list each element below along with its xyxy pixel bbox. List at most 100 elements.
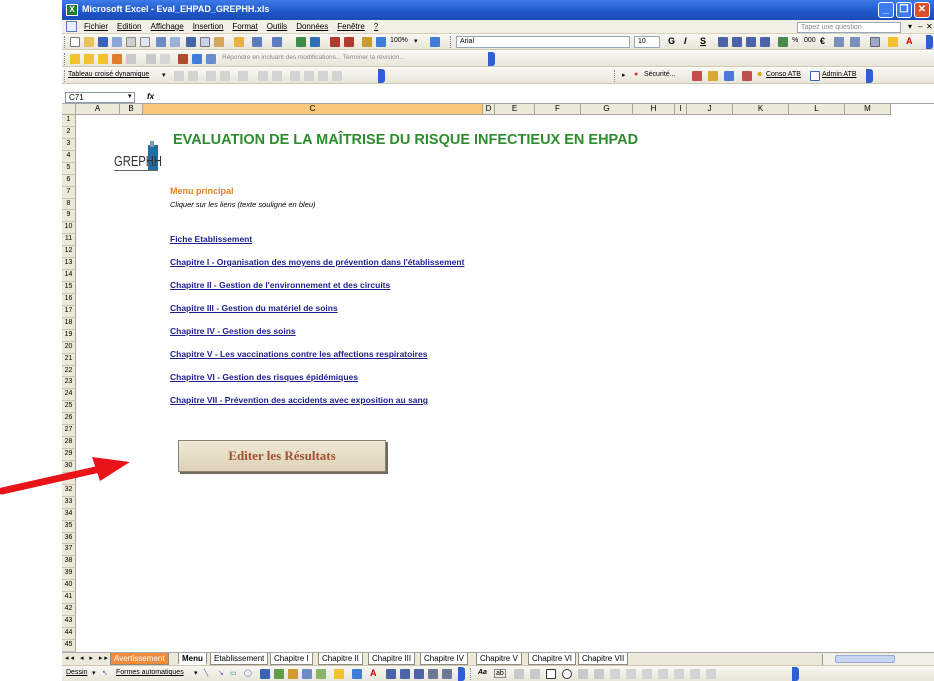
row-header[interactable]: 15 bbox=[62, 282, 76, 294]
sheet-tab[interactable]: Chapitre I bbox=[270, 653, 313, 665]
forms-icon-13[interactable] bbox=[674, 669, 684, 679]
column-header[interactable]: A bbox=[76, 104, 120, 115]
row-header[interactable]: 44 bbox=[62, 627, 76, 640]
excel-app-icon[interactable]: X bbox=[66, 4, 78, 16]
review-icon-7[interactable] bbox=[160, 54, 170, 64]
pivot-toolbar-options-icon[interactable] bbox=[378, 69, 385, 83]
chart-wizard-icon[interactable] bbox=[362, 37, 372, 47]
menu-item[interactable]: Outils bbox=[267, 22, 287, 31]
review-icon-4[interactable] bbox=[112, 54, 122, 64]
align-center-icon[interactable] bbox=[732, 37, 742, 47]
select-objects-icon[interactable]: ↖ bbox=[102, 669, 108, 677]
list-box-icon[interactable] bbox=[578, 669, 588, 679]
row-header[interactable]: 3 bbox=[62, 138, 76, 151]
pivot-toolbar-grip[interactable] bbox=[64, 70, 67, 82]
align-right-icon[interactable] bbox=[746, 37, 756, 47]
row-header[interactable]: 7 bbox=[62, 186, 76, 199]
paste-icon[interactable] bbox=[214, 37, 224, 47]
review-icon-6[interactable] bbox=[146, 54, 156, 64]
row-header[interactable]: 14 bbox=[62, 270, 76, 282]
3d-icon[interactable] bbox=[442, 669, 452, 679]
underline-button[interactable]: S bbox=[700, 36, 706, 46]
font-name-select[interactable]: Arial bbox=[456, 36, 630, 48]
sheet-tab[interactable]: Chapitre V bbox=[476, 653, 522, 665]
open-icon[interactable] bbox=[84, 37, 94, 47]
vba-tool-icon-2[interactable] bbox=[708, 71, 718, 81]
permission-icon[interactable] bbox=[112, 37, 122, 47]
save-icon[interactable] bbox=[98, 37, 108, 47]
review-icon-1[interactable] bbox=[70, 54, 80, 64]
row-header[interactable]: 19 bbox=[62, 329, 76, 342]
draw-dropdown-icon[interactable]: ▾ bbox=[92, 669, 96, 677]
admin-atb-button[interactable]: Admin ATB bbox=[822, 71, 857, 78]
decrease-decimal-icon[interactable] bbox=[850, 37, 860, 47]
shadow-icon[interactable] bbox=[428, 669, 438, 679]
column-header[interactable]: G bbox=[581, 104, 633, 115]
row-header[interactable]: 2 bbox=[62, 126, 76, 139]
increase-decimal-icon[interactable] bbox=[834, 37, 844, 47]
edit-box-control-icon[interactable]: ab bbox=[494, 669, 506, 678]
menu-item[interactable]: ? bbox=[374, 22, 378, 31]
row-header[interactable]: 37 bbox=[62, 544, 76, 557]
button-control-icon[interactable] bbox=[530, 669, 540, 679]
checkbox-control-icon[interactable] bbox=[546, 669, 556, 679]
link-chapitre-1[interactable]: Chapitre I - Organisation des moyens de … bbox=[170, 257, 464, 267]
link-chapitre-2[interactable]: Chapitre II - Gestion de l'environnement… bbox=[170, 280, 390, 290]
row-header[interactable]: 24 bbox=[62, 389, 76, 402]
pivot-icon-6[interactable] bbox=[258, 71, 268, 81]
font-color-icon[interactable]: A bbox=[906, 36, 913, 46]
option-button-icon[interactable] bbox=[562, 669, 572, 679]
column-header[interactable]: L bbox=[789, 104, 845, 115]
row-header[interactable]: 33 bbox=[62, 496, 76, 509]
pivot-dropdown-icon[interactable]: ▾ bbox=[162, 71, 166, 79]
spelling-icon[interactable] bbox=[156, 37, 166, 47]
column-header[interactable]: B bbox=[120, 104, 143, 115]
redo-icon[interactable] bbox=[272, 37, 282, 47]
menu-item[interactable]: Edition bbox=[117, 22, 141, 31]
vba-tool-icon-4[interactable] bbox=[742, 71, 752, 81]
record-icon[interactable]: ● bbox=[634, 71, 638, 78]
column-header[interactable]: D bbox=[483, 104, 495, 115]
draw-toolbar-options-icon[interactable] bbox=[458, 667, 465, 681]
row-header[interactable]: 41 bbox=[62, 592, 76, 605]
sheet-tab[interactable]: Chapitre III bbox=[368, 653, 416, 665]
align-left-icon[interactable] bbox=[718, 37, 728, 47]
review-toolbar-options-icon[interactable] bbox=[488, 52, 495, 66]
drawing-icon[interactable] bbox=[376, 37, 386, 47]
sheet-tab[interactable]: Chapitre II bbox=[318, 653, 363, 665]
row-header[interactable]: 40 bbox=[62, 580, 76, 593]
row-header[interactable]: 42 bbox=[62, 604, 76, 617]
restore-button[interactable]: ❐ bbox=[896, 2, 912, 18]
doc-minimize-button[interactable]: – bbox=[918, 22, 922, 31]
pivot-icon-4[interactable] bbox=[220, 71, 230, 81]
workbook-icon[interactable] bbox=[66, 21, 77, 32]
row-header[interactable]: 9 bbox=[62, 210, 76, 223]
row-header[interactable]: 12 bbox=[62, 246, 76, 259]
link-fiche-etablissement[interactable]: Fiche Etablissement bbox=[170, 234, 252, 244]
sort-desc-icon[interactable] bbox=[344, 37, 354, 47]
column-header[interactable]: C bbox=[143, 104, 483, 115]
column-header[interactable]: J bbox=[687, 104, 733, 115]
row-header[interactable]: 18 bbox=[62, 317, 76, 330]
copy-icon[interactable] bbox=[200, 37, 210, 47]
zoom-box[interactable]: 100% bbox=[390, 37, 408, 44]
forms-toolbar-grip[interactable] bbox=[470, 668, 473, 680]
sheet-tab[interactable]: Chapitre IV bbox=[420, 653, 469, 665]
menu-item[interactable]: Fichier bbox=[84, 22, 108, 31]
row-header[interactable]: 6 bbox=[62, 174, 76, 187]
sheet-tab[interactable]: Etablissement bbox=[210, 653, 269, 665]
row-header[interactable]: 17 bbox=[62, 305, 76, 318]
link-chapitre-6[interactable]: Chapitre VI - Gestion des risques épidém… bbox=[170, 372, 358, 382]
pivot-icon-7[interactable] bbox=[272, 71, 282, 81]
row-header[interactable]: 26 bbox=[62, 413, 76, 426]
review-icon-5[interactable] bbox=[126, 54, 136, 64]
arrow-tool-icon[interactable]: ↘ bbox=[218, 669, 224, 677]
link-chapitre-3[interactable]: Chapitre III - Gestion du matériel de so… bbox=[170, 303, 338, 313]
vba-tool-icon-3[interactable] bbox=[724, 71, 734, 81]
question-input[interactable]: Tapez une question bbox=[797, 22, 901, 33]
fill-color-icon[interactable] bbox=[888, 37, 898, 47]
wordart-icon[interactable] bbox=[274, 669, 284, 679]
pivot-icon-11[interactable] bbox=[332, 71, 342, 81]
combo-box-icon[interactable] bbox=[594, 669, 604, 679]
clipart-icon[interactable] bbox=[302, 669, 312, 679]
